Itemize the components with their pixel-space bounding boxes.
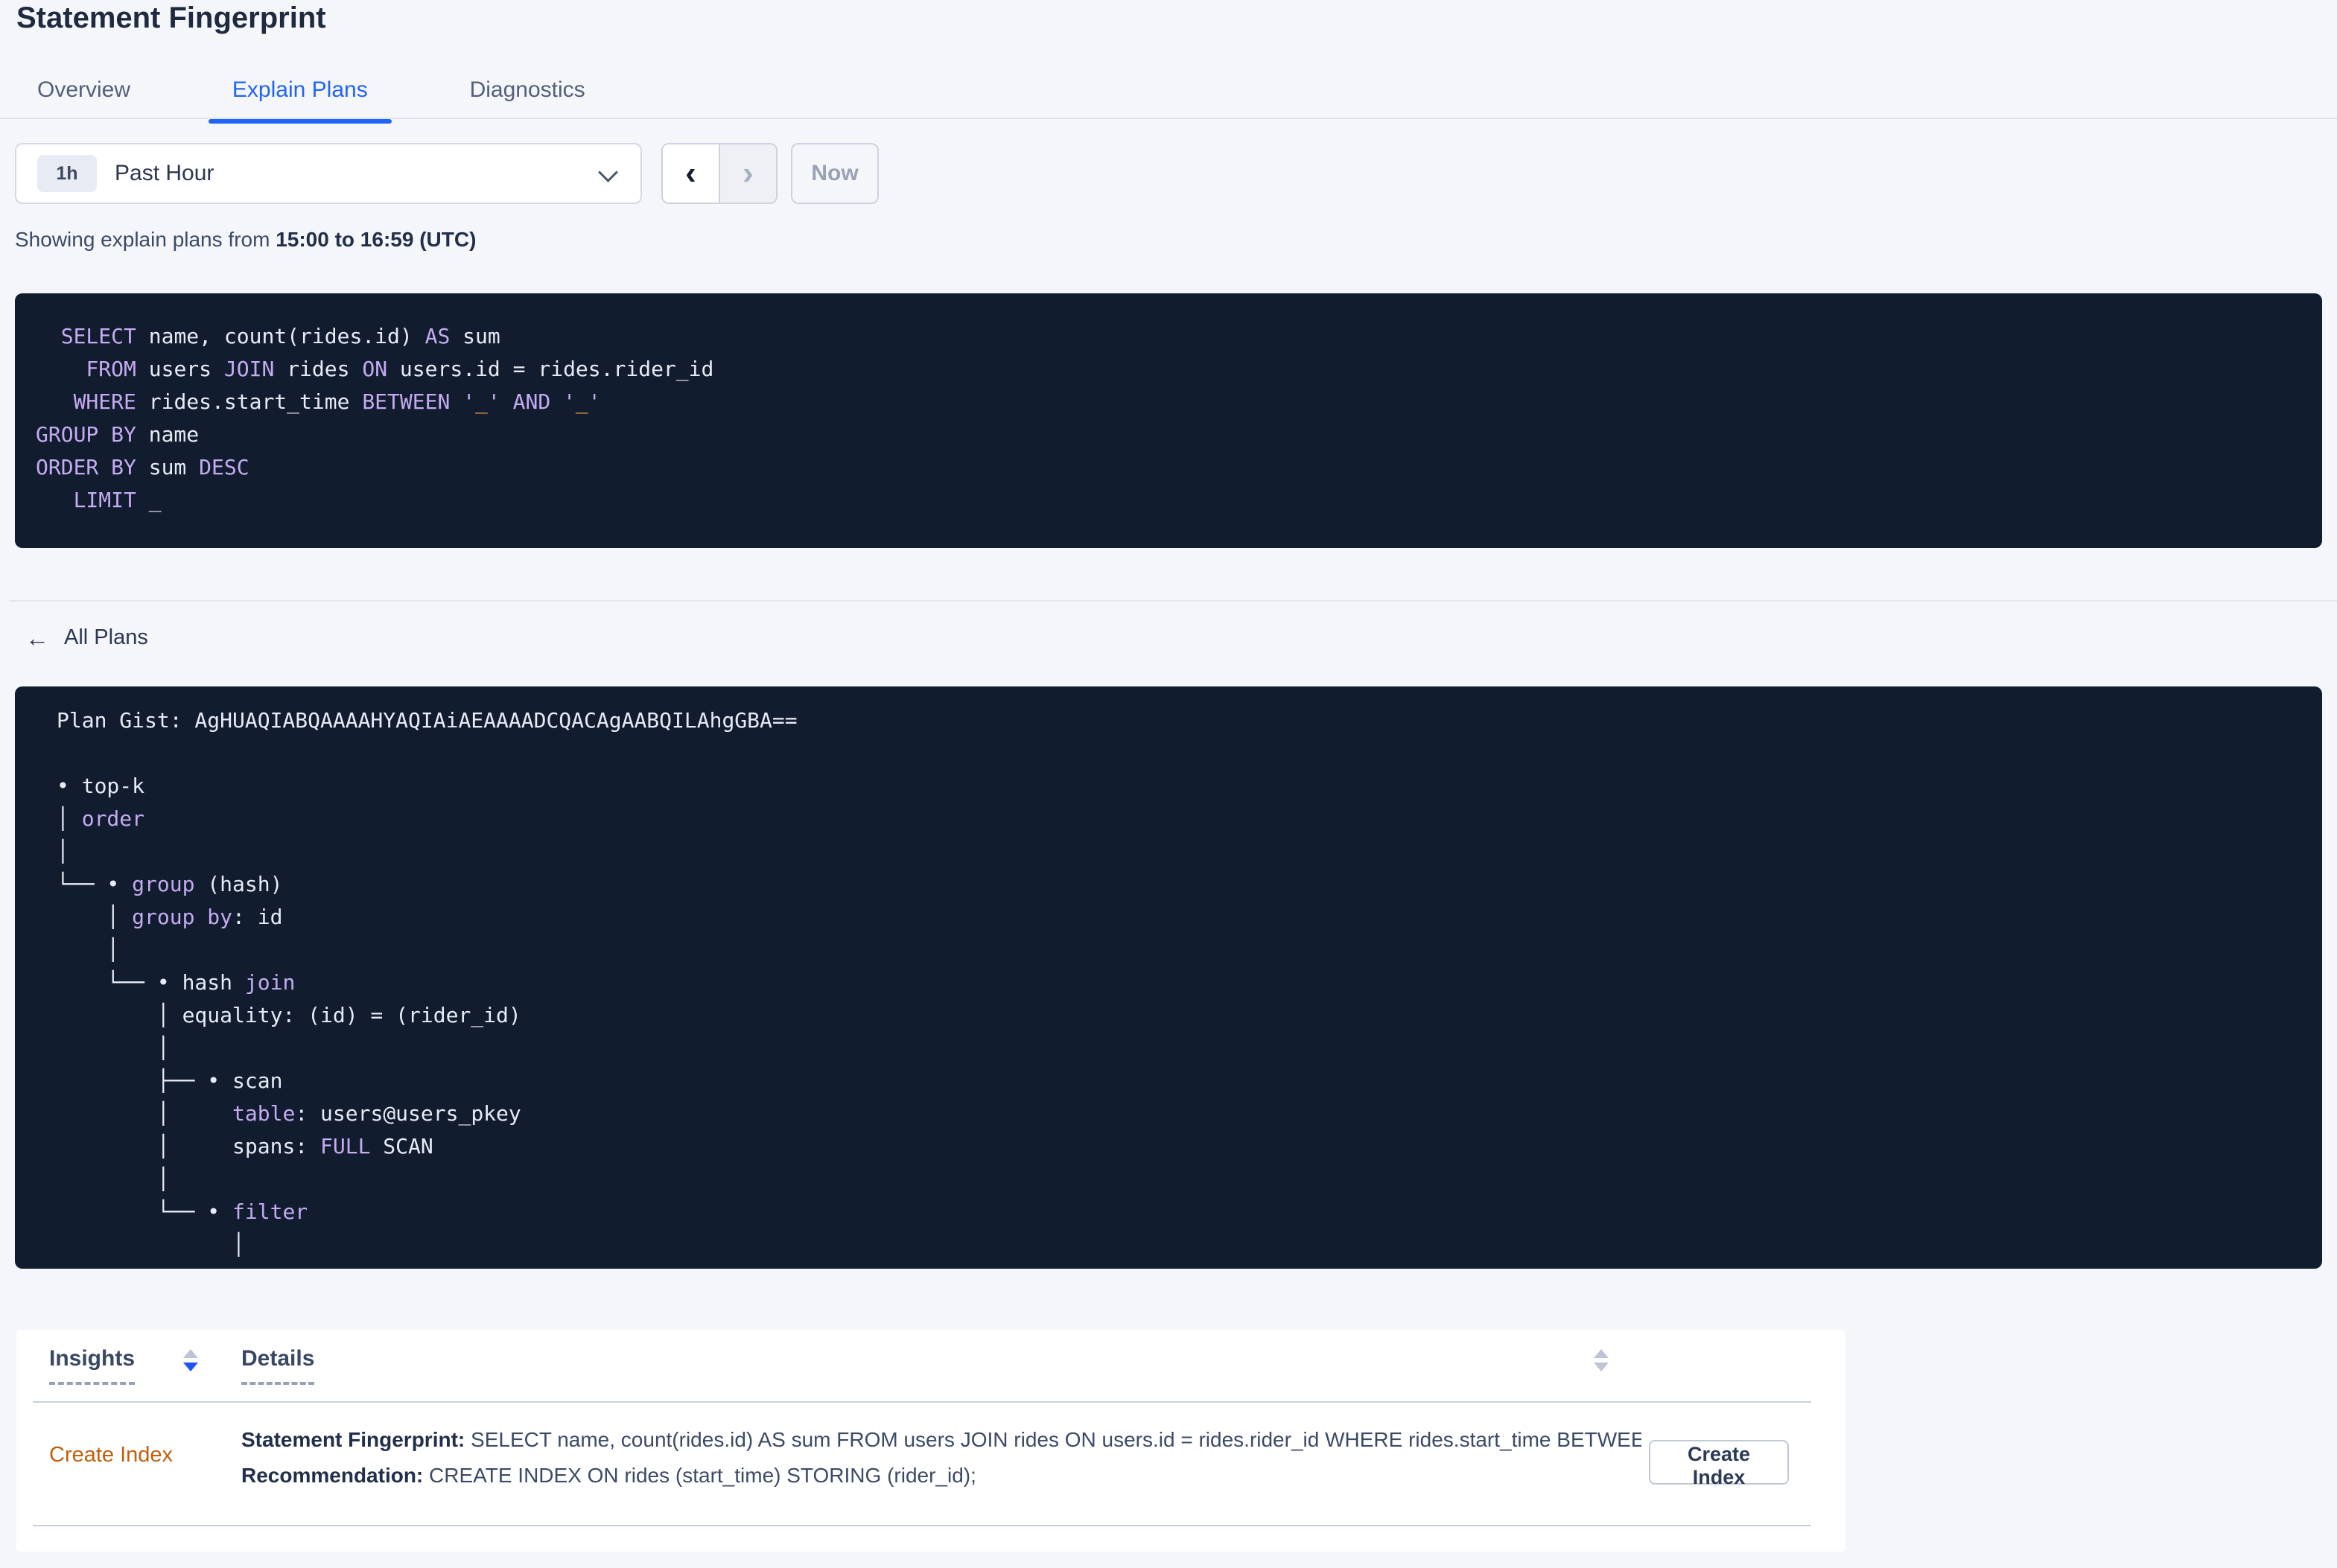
next-time-button[interactable]: › — [720, 144, 776, 203]
all-plans-link[interactable]: ← All Plans — [25, 625, 148, 650]
chevron-down-icon — [598, 162, 618, 182]
insights-column-header[interactable]: Insights — [49, 1346, 136, 1385]
recommendation-line: Recommendation: CREATE INDEX ON rides (s… — [241, 1464, 976, 1487]
time-range-label: Past Hour — [115, 161, 214, 185]
plan-gist-box: Plan Gist: AgHUAQIABQAAAAHYAQIAiAEAAAADC… — [15, 686, 2322, 1269]
tab-diagnostics[interactable]: Diagnostics — [470, 67, 585, 121]
showing-range: 15:00 to 16:59 (UTC) — [276, 228, 477, 251]
all-plans-label: All Plans — [64, 625, 148, 649]
chevron-right-icon: › — [743, 155, 754, 191]
sort-descending-icon — [1594, 1363, 1609, 1371]
prev-time-button[interactable]: ‹ — [663, 144, 720, 203]
create-index-button[interactable]: Create Index — [1649, 1440, 1789, 1488]
sort-icons-insights[interactable] — [183, 1349, 198, 1371]
now-button[interactable]: Now — [791, 143, 879, 204]
details-cell: Statement Fingerprint: SELECT name, coun… — [241, 1422, 1641, 1494]
sort-ascending-icon — [183, 1349, 198, 1358]
table-header-divider — [33, 1401, 1811, 1403]
time-range-badge: 1h — [37, 155, 97, 192]
details-column-header[interactable]: Details — [241, 1346, 315, 1385]
plan-gist-tree: Plan Gist: AgHUAQIABQAAAAHYAQIAiAEAAAADC… — [57, 708, 798, 1257]
sql-statement: SELECT name, count(rides.id) AS sum FROM… — [36, 324, 714, 512]
table-row-divider — [33, 1525, 1811, 1526]
section-divider — [9, 600, 2337, 602]
sort-descending-icon — [183, 1363, 198, 1371]
insight-type-link[interactable]: Create Index — [49, 1443, 173, 1467]
showing-range-text: Showing explain plans from 15:00 to 16:5… — [15, 228, 476, 252]
tab-explain-plans[interactable]: Explain Plans — [208, 67, 392, 124]
tab-bar: Overview Explain Plans Diagnostics — [0, 67, 2337, 124]
fingerprint-line: Statement Fingerprint: SELECT name, coun… — [241, 1428, 1641, 1451]
arrow-left-icon: ← — [25, 624, 49, 651]
showing-prefix: Showing explain plans from — [15, 228, 276, 251]
chevron-left-icon: ‹ — [685, 155, 696, 191]
time-step-buttons: ‹ › — [661, 143, 778, 204]
sort-ascending-icon — [1594, 1349, 1609, 1358]
time-range-select[interactable]: 1h Past Hour — [15, 143, 642, 204]
sql-statement-box: SELECT name, count(rides.id) AS sum FROM… — [15, 293, 2322, 548]
statement-fingerprint-page: Statement Fingerprint Overview Explain P… — [0, 0, 2337, 1568]
sort-icons-details[interactable] — [1594, 1349, 1609, 1371]
tab-overview[interactable]: Overview — [37, 67, 130, 121]
page-title: Statement Fingerprint — [16, 1, 326, 34]
insights-table-card: Insights Details Create Index Statement … — [16, 1330, 1845, 1552]
